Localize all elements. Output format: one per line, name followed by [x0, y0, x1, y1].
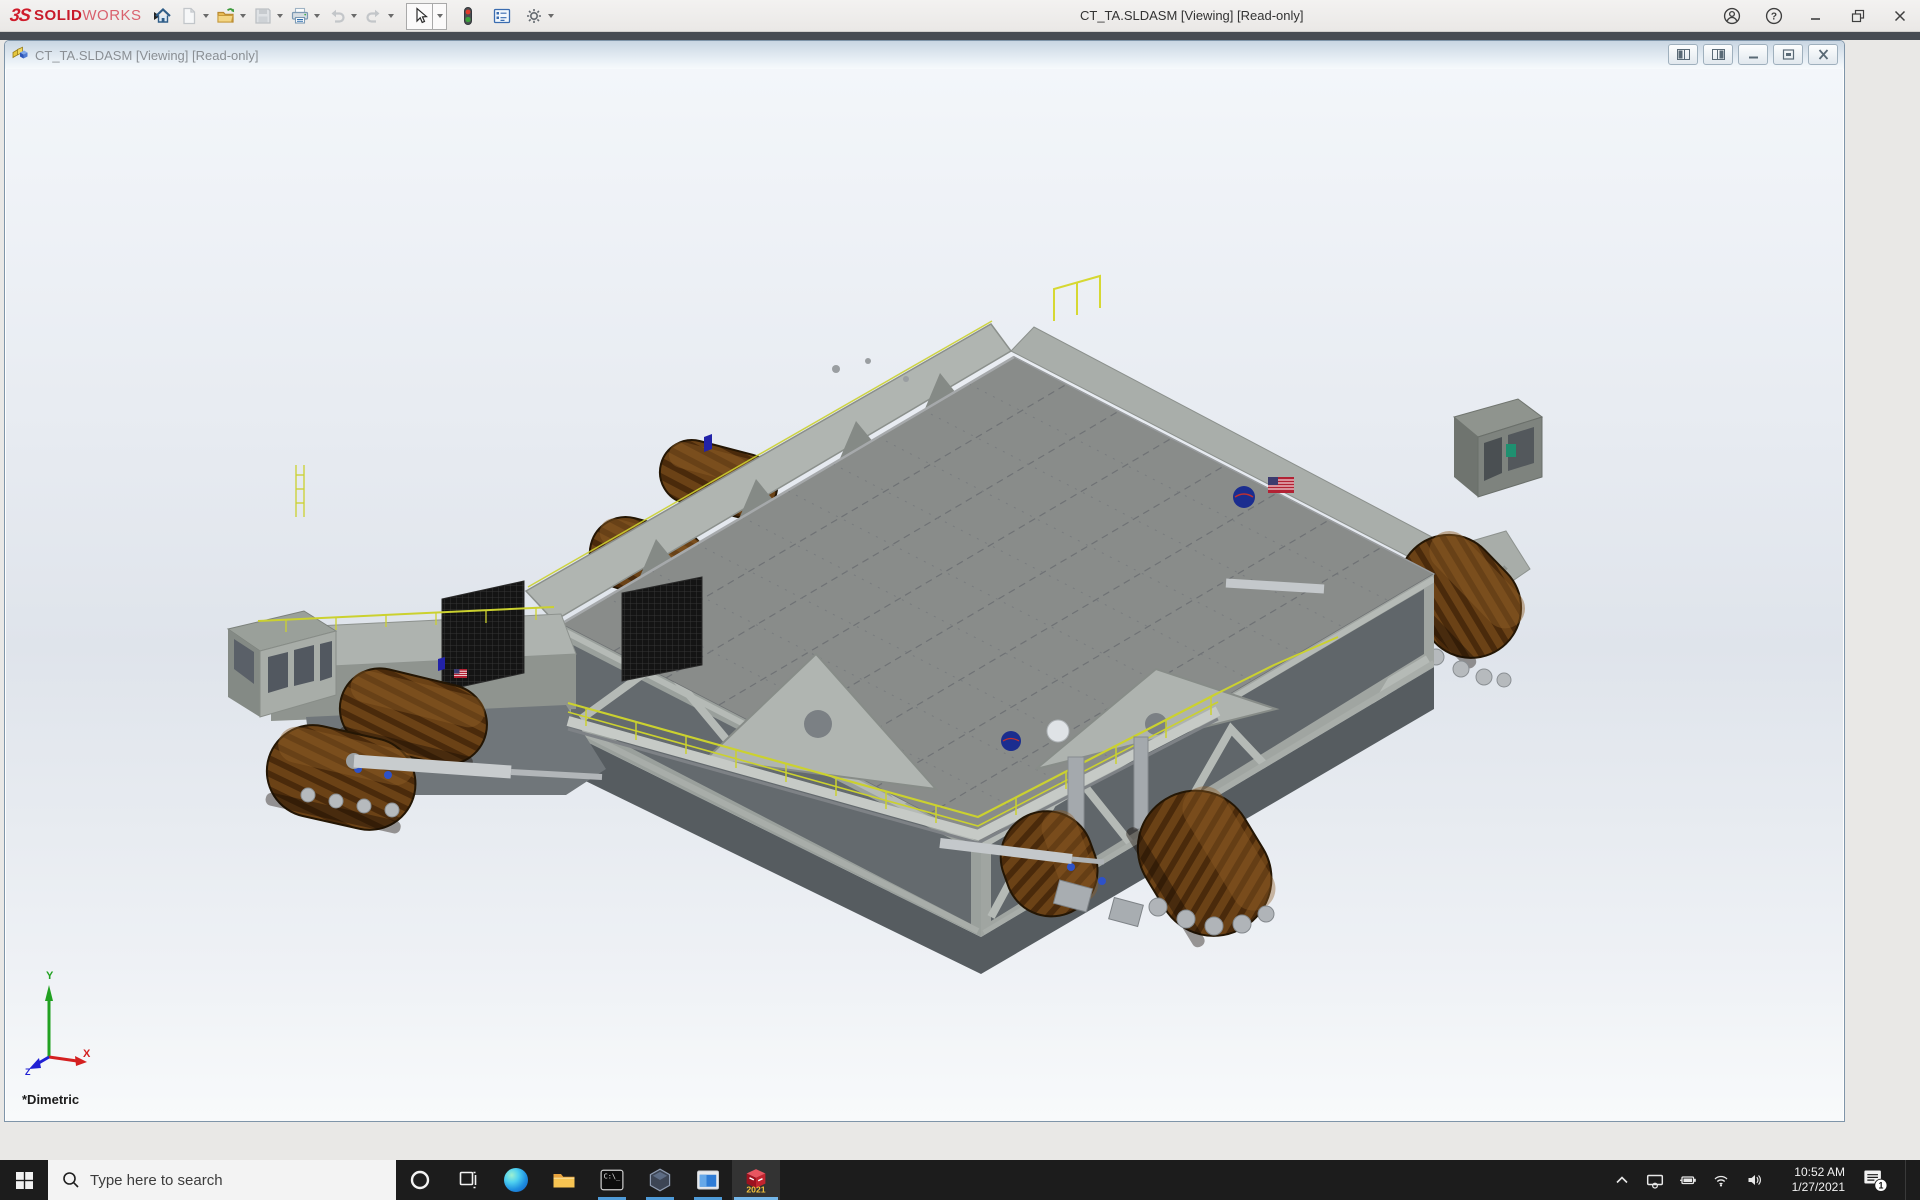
open-icon[interactable]: [213, 3, 239, 29]
document-window-controls: [1668, 44, 1838, 65]
redo-icon[interactable]: [361, 3, 387, 29]
window-app-icon: [696, 1168, 720, 1192]
undo-icon[interactable]: [324, 3, 350, 29]
file-explorer-button[interactable]: [540, 1160, 588, 1200]
new-dropdown-caret[interactable]: [203, 14, 209, 18]
deck-handrail: [1054, 276, 1100, 321]
us-flag-left: [454, 669, 467, 678]
clock-date: 1/27/2021: [1779, 1180, 1845, 1195]
titlebar-controls: ?: [1718, 0, 1914, 32]
doc-minimize-icon[interactable]: [1738, 44, 1768, 65]
home-icon[interactable]: [150, 3, 176, 29]
tray-clock[interactable]: 10:52 AM 1/27/2021: [1779, 1165, 1845, 1195]
toolbar-separator-strip: [0, 32, 1920, 40]
open-dropdown-caret[interactable]: [240, 14, 246, 18]
save-icon[interactable]: [250, 3, 276, 29]
print-dropdown-caret[interactable]: [314, 14, 320, 18]
operator-cab-right: [1454, 399, 1542, 497]
hydraulic-cylinder-right: [1226, 583, 1324, 589]
app-titlebar: 3S SOLIDWORKS: [0, 0, 1920, 32]
task-view-button[interactable]: [444, 1160, 492, 1200]
redo-dropdown-caret[interactable]: [388, 14, 394, 18]
search-input[interactable]: [48, 1160, 396, 1200]
3d-model-crawler-transporter[interactable]: Y X Z: [6, 69, 1845, 1122]
assembly-document-icon: [11, 44, 29, 67]
performance-stoplight-icon[interactable]: [455, 3, 481, 29]
window-title: CT_TA.SLDASM [Viewing] [Read-only]: [1080, 8, 1304, 23]
blue-flag-decal-1: [704, 434, 712, 452]
svg-text:1: 1: [1878, 1181, 1883, 1191]
taskbar-search[interactable]: [48, 1160, 396, 1200]
solidworks-taskbar-button[interactable]: 2021: [732, 1160, 780, 1200]
brand-solid: SOLID: [34, 7, 82, 24]
quick-toolbar: [150, 0, 558, 32]
help-icon[interactable]: ?: [1760, 3, 1788, 29]
axis-z-label: Z: [25, 1067, 31, 1077]
save-dropdown-caret[interactable]: [277, 14, 283, 18]
restore-icon[interactable]: [1844, 3, 1872, 29]
show-desktop-strip[interactable]: [1905, 1160, 1910, 1200]
battery-icon[interactable]: [1678, 1160, 1698, 1200]
windows-taskbar: C:\_ 2021: [0, 1160, 1920, 1200]
axis-y-label: Y: [46, 970, 54, 982]
porthole: [1047, 720, 1069, 742]
task-view-icon: [458, 1170, 478, 1190]
edge-icon: [504, 1168, 528, 1192]
print-icon[interactable]: [287, 3, 313, 29]
system-tray: 10:52 AM 1/27/2021 1: [1612, 1160, 1920, 1200]
options-gear-icon[interactable]: [521, 3, 547, 29]
view-orientation-label: *Dimetric: [22, 1092, 79, 1107]
nasa-meatball-right: [1233, 486, 1255, 508]
hexagon-app-icon: [648, 1168, 672, 1192]
svg-text:?: ?: [1771, 12, 1777, 23]
minimize-icon[interactable]: [1802, 3, 1830, 29]
wifi-icon[interactable]: [1711, 1160, 1731, 1200]
volume-icon[interactable]: [1744, 1160, 1764, 1200]
us-flag-right: [1268, 477, 1294, 493]
svg-text:2021: 2021: [746, 1184, 765, 1193]
windows-logo-icon: [16, 1172, 33, 1189]
document-window: CT_TA.SLDASM [Viewing] [Read-only]: [4, 40, 1845, 1122]
collapse-pane-left-icon[interactable]: [1668, 44, 1698, 65]
tray-chevron-up-icon[interactable]: [1612, 1160, 1632, 1200]
action-center-icon: 1: [1862, 1167, 1888, 1193]
collapse-pane-right-icon[interactable]: [1703, 44, 1733, 65]
command-prompt-icon: C:\_: [600, 1168, 624, 1192]
edge-button[interactable]: [492, 1160, 540, 1200]
cast-display-icon[interactable]: [1645, 1160, 1665, 1200]
command-prompt-button[interactable]: C:\_: [588, 1160, 636, 1200]
doc-close-icon[interactable]: [1808, 44, 1838, 65]
svg-text:C:\_: C:\_: [604, 1173, 621, 1181]
start-button[interactable]: [0, 1160, 48, 1200]
account-icon[interactable]: [1718, 3, 1746, 29]
search-icon: [61, 1170, 81, 1190]
doc-restore-icon[interactable]: [1773, 44, 1803, 65]
file-explorer-icon: [552, 1168, 576, 1192]
dassault-3s-glyph: 3S: [9, 5, 32, 26]
axis-x-label: X: [83, 1048, 91, 1060]
nasa-meatball-bottom: [1001, 731, 1021, 751]
solidworks-logo: 3S SOLIDWORKS: [10, 5, 160, 26]
window-app-button[interactable]: [684, 1160, 732, 1200]
select-cursor-icon[interactable]: [406, 3, 433, 30]
cortana-button[interactable]: [396, 1160, 444, 1200]
document-title: CT_TA.SLDASM [Viewing] [Read-only]: [35, 48, 259, 63]
cortana-icon: [409, 1169, 431, 1191]
new-document-icon[interactable]: [176, 3, 202, 29]
display-settings-icon[interactable]: [489, 3, 515, 29]
action-center-button[interactable]: 1: [1860, 1160, 1890, 1200]
options-dropdown-caret[interactable]: [548, 14, 554, 18]
document-titlebar[interactable]: CT_TA.SLDASM [Viewing] [Read-only]: [5, 41, 1844, 69]
clock-time: 10:52 AM: [1779, 1165, 1845, 1180]
graphics-viewport[interactable]: Y X Z *Dimetric: [6, 69, 1843, 1121]
close-icon[interactable]: [1886, 3, 1914, 29]
hexagon-app-button[interactable]: [636, 1160, 684, 1200]
undo-dropdown-caret[interactable]: [351, 14, 357, 18]
orientation-triad: Y X Z: [25, 970, 91, 1077]
select-dropdown-caret[interactable]: [433, 3, 447, 30]
brand-works: WORKS: [82, 7, 141, 24]
blue-flag-decal-2: [438, 657, 445, 671]
solidworks-app-icon: 2021: [743, 1167, 769, 1193]
